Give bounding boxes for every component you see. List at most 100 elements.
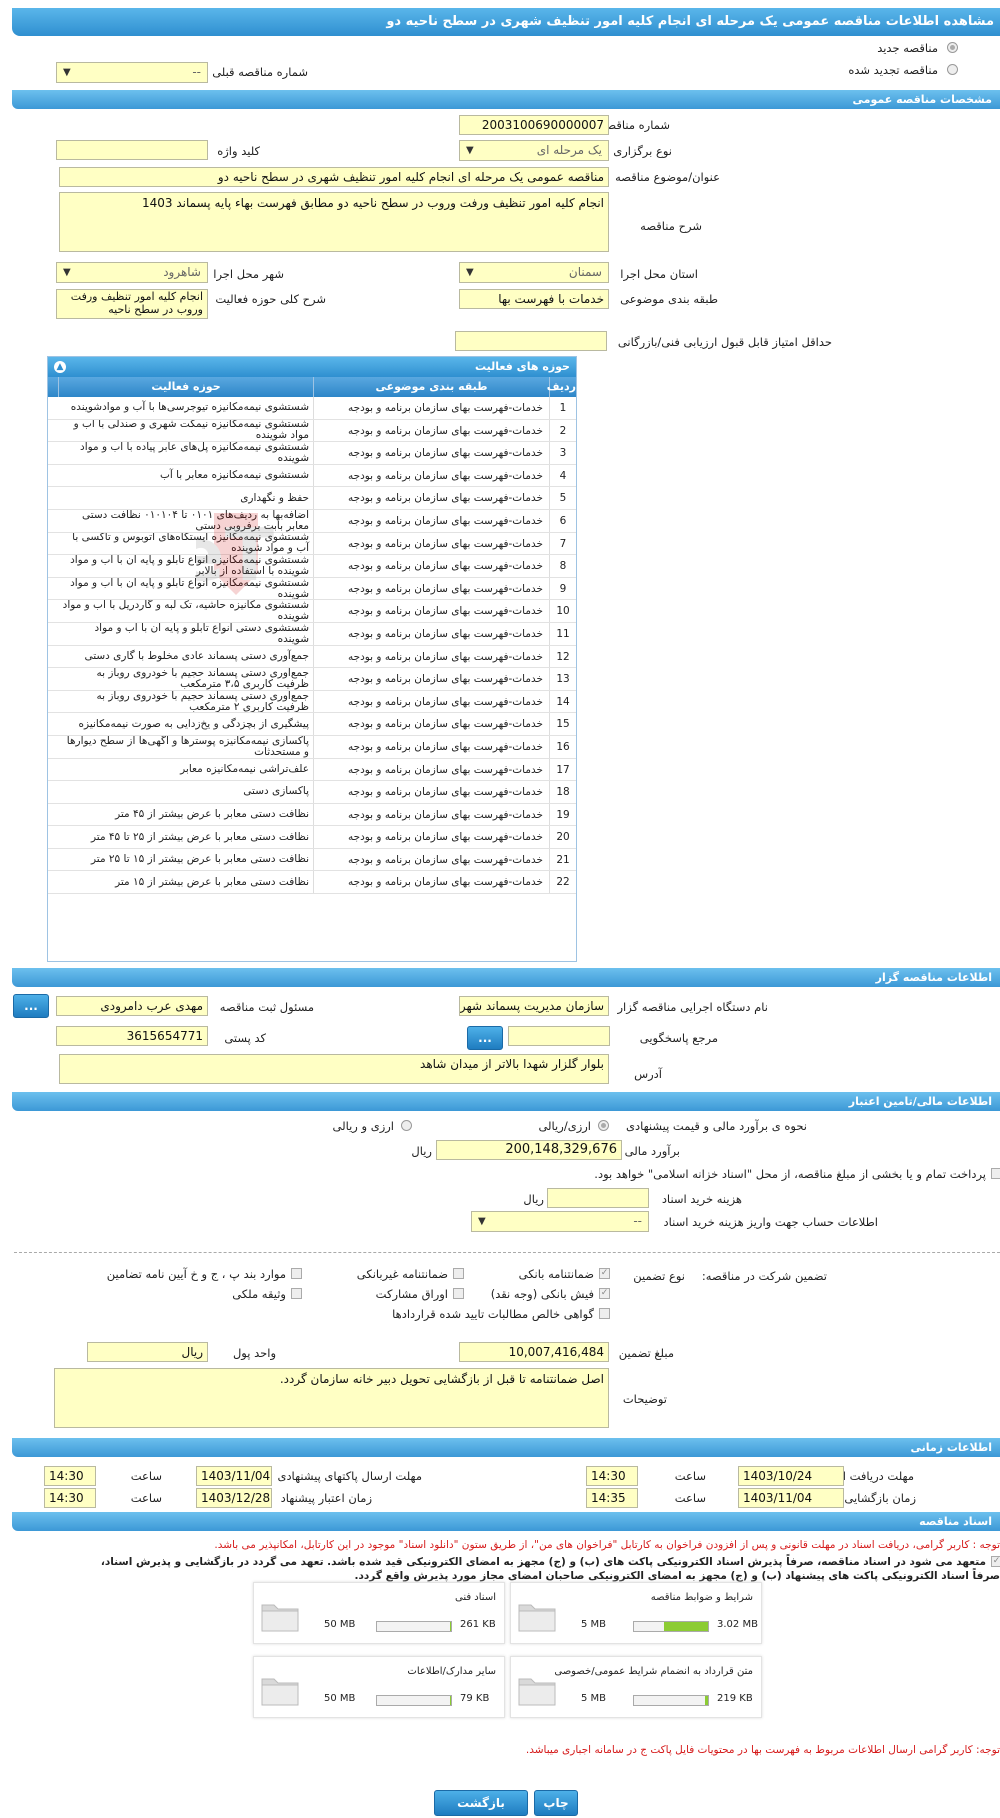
- col-category: طبقه بندی موضوعی: [313, 377, 549, 397]
- document-file[interactable]: شرایط و ضوابط مناقصه 5 MB 3.02 MB: [510, 1582, 762, 1644]
- send-deadline-label: مهلت ارسال پاکتهای پیشنهادی: [277, 1469, 422, 1483]
- treasury-checkbox[interactable]: [991, 1168, 1000, 1179]
- reference-field[interactable]: [508, 1026, 610, 1046]
- file-size: 79 KB: [460, 1693, 490, 1704]
- activity-table: حوزه های فعالیت ▲ ردیف طبقه بندی موضوعی …: [47, 356, 577, 962]
- row-number: 16: [549, 735, 576, 758]
- responsible-field[interactable]: مهدی عرب دامرودی: [56, 996, 208, 1016]
- file-progress-fill: [663, 1622, 708, 1631]
- send-time-field[interactable]: 14:30: [44, 1466, 96, 1486]
- property-checkbox[interactable]: [291, 1288, 302, 1299]
- description-field[interactable]: انجام کلیه امور تنظیف ورفت وروب در سطح ن…: [59, 192, 609, 252]
- type-select[interactable]: یک مرحله ای ▼: [459, 140, 609, 161]
- organizer-name-field[interactable]: سازمان مدیریت پسماند شهرداری شاهرود: [459, 996, 609, 1016]
- responsible-more-button[interactable]: ...: [13, 994, 49, 1018]
- both-currency-label: ارزی و ریالی: [332, 1119, 394, 1133]
- receive-time-field[interactable]: 14:30: [586, 1466, 638, 1486]
- back-button[interactable]: بازگشت: [434, 1790, 528, 1816]
- rial-radio[interactable]: [598, 1120, 609, 1131]
- account-label: اطلاعات حساب جهت واریز هزینه خرید اسناد: [663, 1215, 878, 1229]
- file-progress-bar: [633, 1695, 709, 1706]
- bank-receipt-checkbox[interactable]: ✓: [599, 1288, 610, 1299]
- validity-label: زمان اعتبار پیشنهاد: [280, 1491, 372, 1505]
- subject-label: عنوان/موضوع مناقصه: [615, 170, 720, 184]
- send-time-label: ساعت: [130, 1469, 162, 1483]
- clause-checkbox[interactable]: [291, 1268, 302, 1279]
- reference-more-button[interactable]: ...: [467, 1026, 503, 1050]
- city-label: شهر محل اجرا: [213, 267, 284, 281]
- row-number: 3: [549, 442, 576, 464]
- table-row: 3 خدمات-فهرست بهای سازمان برنامه و بودجه ش…: [48, 442, 576, 465]
- document-file[interactable]: اسناد فنی 50 MB 261 KB: [253, 1582, 505, 1644]
- document-file[interactable]: سایر مدارک/اطلاعات 50 MB 79 KB: [253, 1656, 505, 1718]
- description-label: شرح مناقصه: [640, 219, 702, 233]
- table-row: 11 خدمات-فهرست بهای سازمان برنامه و بودجه…: [48, 622, 576, 646]
- doc-cost-field[interactable]: [547, 1188, 649, 1208]
- table-row: 21 خدمات-فهرست بهای سازمان برنامه و بودجه…: [48, 848, 576, 872]
- row-number: 18: [549, 781, 576, 803]
- estimate-field[interactable]: 200,148,329,676: [436, 1140, 622, 1160]
- keyword-field[interactable]: [56, 140, 208, 160]
- row-number: 15: [549, 713, 576, 735]
- collapse-icon[interactable]: ▲: [54, 361, 66, 373]
- min-score-field[interactable]: [455, 331, 607, 351]
- bank-guarantee-checkbox[interactable]: ✓: [599, 1268, 610, 1279]
- account-select[interactable]: -- ▼: [471, 1211, 649, 1232]
- row-activity: شستشوی نیمه‌مکانیزه نیمکت شهری و صندلی ب…: [73, 419, 309, 442]
- row-number: 19: [549, 803, 576, 826]
- postal-code-field[interactable]: 3615654771: [56, 1026, 208, 1046]
- bonds-checkbox[interactable]: [453, 1288, 464, 1299]
- claims-label: گواهی خالص مطالبات تایید شده قراردادها: [392, 1307, 594, 1321]
- activity-table-title: حوزه های فعالیت: [475, 360, 570, 373]
- scope-field[interactable]: انجام کلیه امور تنظیف ورفت وروب در سطح ن…: [56, 289, 208, 319]
- table-row: 15 خدمات-فهرست بهای سازمان برنامه و بودجه…: [48, 713, 576, 736]
- tender-number-field[interactable]: 2003100690000007: [459, 115, 609, 135]
- file-max-size: 50 MB: [324, 1693, 356, 1704]
- renewed-tender-radio[interactable]: [947, 64, 958, 75]
- row-activity: نظافت دستی معابر با عرض بیشتر از ۱۵ تا ۲…: [90, 853, 309, 866]
- table-row: 19 خدمات-فهرست بهای سازمان برنامه و بودجه…: [48, 803, 576, 827]
- commitment-checkbox[interactable]: ✓: [991, 1556, 1000, 1567]
- validity-time-field[interactable]: 14:30: [44, 1488, 96, 1508]
- table-row: 4 خدمات-فهرست بهای سازمان برنامه و بودجه ش…: [48, 464, 576, 488]
- row-activity: نظافت دستی معابر با عرض بیشتر از ۲۵ تا ۴…: [90, 830, 309, 843]
- guarantee-amount-label: مبلغ تضمین: [618, 1346, 674, 1360]
- document-file[interactable]: متن قرارداد به انضمام شرایط عمومی/خصوصی 5…: [510, 1656, 762, 1718]
- validity-date-field[interactable]: 1403/12/28: [196, 1488, 272, 1508]
- chevron-down-icon: ▼: [63, 267, 71, 278]
- nonbank-guarantee-checkbox[interactable]: [453, 1268, 464, 1279]
- address-field[interactable]: بلوار گلزار شهدا بالاتر از میدان شاهد: [59, 1054, 609, 1084]
- receive-date-field[interactable]: 1403/10/24: [738, 1466, 844, 1486]
- claims-checkbox[interactable]: [599, 1308, 610, 1319]
- send-date-field[interactable]: 1403/11/04: [196, 1466, 272, 1486]
- province-select[interactable]: سمنان ▼: [459, 262, 609, 283]
- opening-hour-field[interactable]: 14:35: [586, 1488, 638, 1508]
- estimate-unit: ریال: [411, 1144, 432, 1158]
- city-select[interactable]: شاهرود ▼: [56, 262, 208, 283]
- prev-number-select[interactable]: -- ▼: [56, 62, 208, 83]
- category-field[interactable]: خدمات با فهرست بها: [459, 289, 609, 309]
- col-number: ردیف: [547, 377, 576, 397]
- keyword-label: کلید واژه: [217, 144, 260, 158]
- file-size: 261 KB: [460, 1619, 496, 1630]
- subject-field[interactable]: مناقصه عمومی یک مرحله ای انجام کلیه امور…: [59, 167, 609, 187]
- new-tender-radio[interactable]: [947, 42, 958, 53]
- both-currency-radio[interactable]: [401, 1120, 412, 1131]
- opening-date-field[interactable]: 1403/11/04: [738, 1488, 844, 1508]
- row-activity: علف‌تراشی نیمه‌مکانیزه معابر: [180, 762, 309, 775]
- table-row: 1 خدمات-فهرست بهای سازمان برنامه و بودجه ش…: [48, 397, 576, 420]
- row-number: 12: [549, 645, 576, 668]
- row-number: 21: [549, 848, 576, 871]
- responsible-label: مسئول ثبت مناقصه: [219, 1000, 314, 1014]
- currency-unit-field[interactable]: ریال: [87, 1342, 208, 1362]
- chevron-down-icon: ▼: [466, 145, 474, 156]
- row-activity: نظافت دستی معابر با عرض بیشتر از ۴۵ متر: [115, 807, 309, 820]
- guarantee-amount-field[interactable]: 10,007,416,484: [459, 1342, 609, 1362]
- print-button[interactable]: چاپ: [534, 1790, 578, 1816]
- receive-time-label: ساعت: [674, 1469, 706, 1483]
- row-number: 4: [549, 464, 576, 487]
- folder-icon: [261, 1678, 299, 1706]
- row-activity: شستشوی نیمه‌مکانیزه تیوجرسی‌ها با آب و م…: [70, 401, 309, 414]
- guarantee-notes-field[interactable]: اصل ضمانتنامه تا قبل از بازگشایی تحویل د…: [54, 1368, 609, 1428]
- row-category: خدمات-فهرست بهای سازمان برنامه و بودجه: [313, 848, 549, 871]
